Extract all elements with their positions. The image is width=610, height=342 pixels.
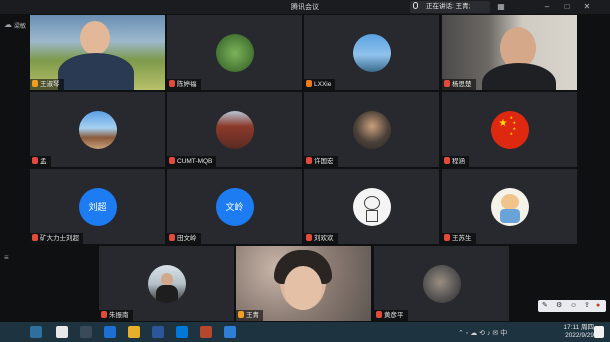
participant-tile-zhu-zhennan[interactable]: 朱振南 [99,246,234,321]
participant-name: 矿大力士刘超 [30,233,83,244]
close-icon[interactable]: ✕ [580,1,594,13]
participant-name: 田文岭 [167,233,201,244]
participant-name: 杨思楚 [442,79,476,90]
meeting-window: 腾讯会议 正在讲话: 王青; ▦ – □ ✕ ☁ 梁敏 ≡ 王淑琴 陈婷福 LX… [0,0,610,342]
edge-icon[interactable] [176,326,188,338]
cloud-icon[interactable]: ☁ [4,20,13,29]
file-explorer-icon[interactable] [128,326,140,338]
tray-icons[interactable]: ⌃ ◦ ☁ ⟲ ♪ ✉ 中 [458,328,507,338]
avatar [215,34,254,72]
avatar [352,188,391,226]
minimize-icon[interactable]: – [540,1,554,13]
title-bar: 腾讯会议 正在讲话: 王青; ▦ – □ ✕ [0,0,610,14]
participant-tile-wang-qing[interactable]: 王青 [236,246,371,321]
windows-start-icon[interactable] [30,326,42,338]
muted-mic-icon [376,311,382,318]
participant-tile-huang-yanping[interactable]: 黄彦平 [374,246,509,321]
avatar [78,111,117,149]
muted-mic-icon [32,234,38,241]
participant-name: 刘欢欢 [304,233,338,244]
participant-tile-xu-guohong[interactable]: 许国宏 [304,92,439,167]
participant-name: 王青 [236,310,263,321]
search-icon[interactable] [56,326,68,338]
muted-mic-icon [169,80,175,87]
muted-mic-icon [444,234,450,241]
speaking-label: 正在讲话: 王青; [426,3,471,10]
participant-tile-lxxie[interactable]: LXXie [304,15,439,90]
settings-icon[interactable]: ⚙ [556,301,562,311]
word-icon[interactable] [152,326,164,338]
participant-tile-cumt-mqb[interactable]: CUMT-MQB [167,92,302,167]
speaking-mic-icon [32,80,38,87]
muted-mic-icon [306,157,312,164]
record-icon[interactable]: ● [596,301,600,311]
task-view-icon[interactable] [80,326,92,338]
avatar [422,265,461,303]
participant-tile-meng[interactable]: 孟 [30,92,165,167]
participant-tile-cheng-han[interactable]: ★ ★ ★ ★ ★ 程涵 [442,92,577,167]
taskbar-date: 2022/9/29 [565,332,594,339]
participant-tile-wang-shuqin[interactable]: 王淑琴 [30,15,165,90]
participant-name: 黄彦平 [374,310,408,321]
muted-mic-icon [169,234,175,241]
taskbar-time: 17:11 周四 [563,324,594,331]
avatar [352,111,391,149]
participant-name: 许国宏 [304,156,338,167]
muted-mic-icon [306,80,312,87]
muted-mic-icon [101,311,107,318]
speaking-mic-icon [238,311,244,318]
floating-toolbar[interactable]: ✎ ⚙ ☺ ⇪ ● [538,300,606,312]
participant-name: 朱振南 [99,310,133,321]
window-title: 腾讯会议 [291,4,319,11]
emoji-icon[interactable]: ☺ [570,301,577,311]
avatar: ★ ★ ★ ★ ★ [490,111,529,149]
grid-view-icon[interactable]: ▦ [494,1,508,13]
participant-tile-chen-tingfu[interactable]: 陈婷福 [167,15,302,90]
powerpoint-icon[interactable] [200,326,212,338]
avatar: 文岭 [215,188,254,226]
share-icon[interactable]: ⇪ [584,301,590,311]
participant-tile-wang-susheng[interactable]: 王苏生 [442,169,577,244]
notification-icon[interactable] [594,326,604,338]
top-left-badge: 梁敏 [14,24,27,30]
maximize-icon[interactable]: □ [560,1,574,13]
avatar [147,265,186,303]
muted-mic-icon [169,157,175,164]
participant-tile-yang-sichu[interactable]: 杨思楚 [442,15,577,90]
avatar [490,188,529,226]
participant-tile-tian-wenling[interactable]: 文岭 田文岭 [167,169,302,244]
muted-mic-icon [306,234,312,241]
participant-tile-liu-chao[interactable]: 刘超 矿大力士刘超 [30,169,165,244]
participant-name: 孟 [30,156,51,167]
muted-mic-icon [444,157,450,164]
speaking-indicator: 正在讲话: 王青; [410,1,490,13]
mic-icon[interactable]: ✎ [542,301,548,311]
avatar [215,111,254,149]
taskbar: ⌃ ◦ ☁ ⟲ ♪ ✉ 中 17:11 周四 2022/9/29 [0,322,610,342]
muted-mic-icon [32,157,38,164]
microphone-icon [413,2,418,9]
participant-tile-liu-huanhuan[interactable]: 刘欢欢 [304,169,439,244]
list-icon[interactable]: ≡ [4,253,13,262]
participant-name: 陈婷福 [167,79,201,90]
app-icon[interactable] [224,326,236,338]
avatar [352,34,391,72]
muted-mic-icon [444,80,450,87]
participant-name: LXXie [304,79,336,90]
participant-name: CUMT-MQB [167,156,217,167]
taskbar-clock[interactable]: 17:11 周四 2022/9/29 [563,324,594,340]
tencent-meeting-icon[interactable] [104,326,116,338]
participant-name: 王淑琴 [30,79,64,90]
participant-name: 程涵 [442,156,469,167]
participant-name: 王苏生 [442,233,476,244]
avatar: 刘超 [78,188,117,226]
